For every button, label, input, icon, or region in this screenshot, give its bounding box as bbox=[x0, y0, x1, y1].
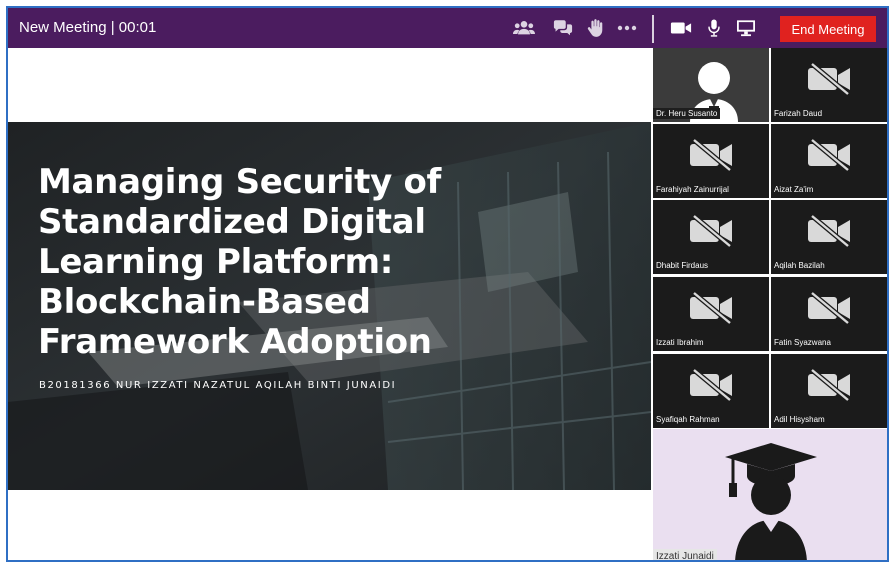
screen-share-icon[interactable] bbox=[736, 19, 756, 37]
participant-name: Dhabit Firdaus bbox=[656, 261, 709, 270]
participants-icon[interactable] bbox=[513, 19, 535, 37]
participant-name: Aqilah Bazilah bbox=[774, 261, 825, 270]
slide-subtitle: B20181366 NUR IZZATI NAZATUL AQILAH BINT… bbox=[39, 380, 397, 391]
participant-tile[interactable]: Aqilah Bazilah bbox=[771, 200, 887, 274]
camera-icon[interactable] bbox=[670, 19, 692, 37]
participant-name: Fatin Syazwana bbox=[774, 338, 831, 347]
participant-tile[interactable]: Farahiyah Zainurrijal bbox=[653, 124, 769, 198]
meeting-window: New Meeting | 00:01 End Meeting Managing… bbox=[6, 6, 889, 562]
camera-off-icon bbox=[688, 137, 734, 173]
self-view-tile[interactable]: Izzati Junaidi bbox=[653, 429, 887, 560]
shared-presentation: Managing Security of Standardized Digita… bbox=[8, 48, 651, 560]
participant-tile[interactable]: Aizat Za'im bbox=[771, 124, 887, 198]
participant-tile[interactable]: Adil Hisysham bbox=[771, 354, 887, 428]
participant-tile[interactable]: Farizah Daud bbox=[771, 48, 887, 122]
camera-off-icon bbox=[806, 290, 852, 326]
camera-off-icon bbox=[688, 367, 734, 403]
more-icon[interactable] bbox=[617, 19, 637, 37]
participant-grid: Dr. Heru Susanto Farizah Daud Farahiyah … bbox=[653, 48, 887, 429]
participant-name: Syafiqah Rahman bbox=[656, 415, 720, 424]
participant-name: Farizah Daud bbox=[774, 109, 823, 118]
slide-title: Managing Security of Standardized Digita… bbox=[38, 162, 442, 362]
participant-tile[interactable]: Izzati Ibrahim bbox=[653, 277, 769, 351]
slide: Managing Security of Standardized Digita… bbox=[8, 122, 651, 490]
camera-off-icon bbox=[806, 367, 852, 403]
participant-tile[interactable]: Fatin Syazwana bbox=[771, 277, 887, 351]
participant-name: Adil Hisysham bbox=[774, 415, 825, 424]
camera-off-icon bbox=[688, 213, 734, 249]
participant-name: Izzati Ibrahim bbox=[656, 338, 704, 347]
top-bar: New Meeting | 00:01 End Meeting bbox=[8, 8, 887, 48]
microphone-icon[interactable] bbox=[707, 19, 721, 37]
participant-name: Dr. Heru Susanto bbox=[653, 108, 721, 119]
participant-name: Farahiyah Zainurrijal bbox=[656, 185, 729, 194]
camera-off-icon bbox=[806, 61, 852, 97]
toolbar-separator bbox=[652, 15, 654, 43]
end-meeting-button[interactable]: End Meeting bbox=[780, 16, 876, 42]
camera-off-icon bbox=[806, 213, 852, 249]
participant-name: Aizat Za'im bbox=[774, 185, 814, 194]
participant-tile[interactable]: Dhabit Firdaus bbox=[653, 200, 769, 274]
camera-off-icon bbox=[688, 290, 734, 326]
graduate-icon bbox=[725, 443, 817, 560]
participant-tile[interactable]: Syafiqah Rahman bbox=[653, 354, 769, 428]
self-view-name: Izzati Junaidi bbox=[653, 549, 717, 560]
participant-tile[interactable]: Dr. Heru Susanto bbox=[653, 48, 769, 122]
meeting-title: New Meeting | 00:01 bbox=[19, 19, 157, 36]
chat-icon[interactable] bbox=[553, 19, 573, 37]
camera-off-icon bbox=[806, 137, 852, 173]
raise-hand-icon[interactable] bbox=[585, 19, 605, 37]
